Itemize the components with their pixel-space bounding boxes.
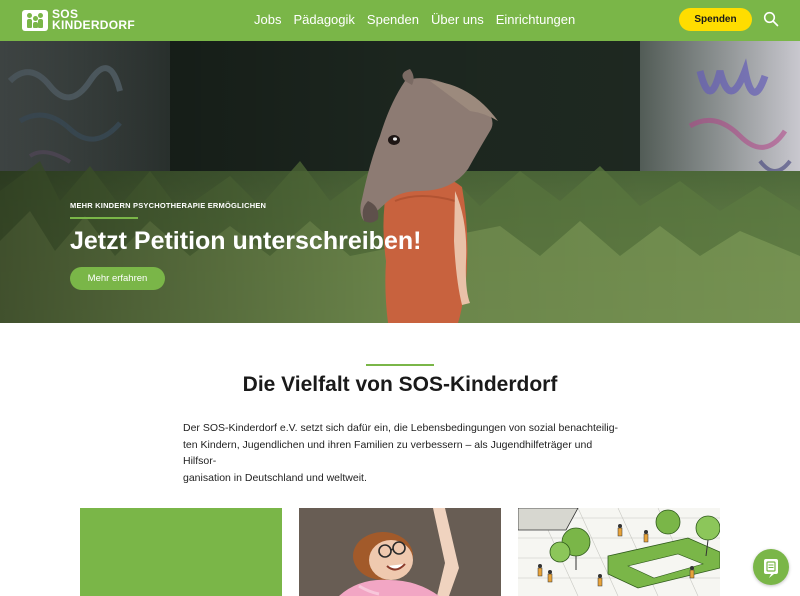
section-title: Die Vielfalt von SOS-Kinderdorf xyxy=(242,373,558,396)
nav-item-paedagogik[interactable]: Pädagogik xyxy=(293,12,354,28)
hero-title: Jetzt Petition unterschreiben! xyxy=(70,227,422,255)
sos-kinderdorf-logo[interactable]: SOS KINDERDORF xyxy=(22,8,135,32)
nav-item-einrichtungen[interactable]: Einrichtungen xyxy=(496,12,576,28)
chat-button[interactable] xyxy=(753,549,789,585)
logo-icon xyxy=(22,9,48,31)
main-nav: Jobs Pädagogik Spenden Über uns Einricht… xyxy=(254,12,575,28)
chat-icon xyxy=(764,559,778,578)
site-header: SOS KINDERDORF Jobs Pädagogik Spenden Üb… xyxy=(0,0,800,41)
teaser-card-photo[interactable] xyxy=(299,508,501,596)
hero-banner: MEHR KINDERN PSYCHOTHERAPIE ERMÖGLICHEN … xyxy=(0,41,800,323)
search-button[interactable] xyxy=(763,11,779,27)
teaser-photo-image xyxy=(299,508,501,596)
intro-paragraph: Der SOS-Kinderdorf e.V. setzt sich dafür… xyxy=(183,422,619,484)
nav-item-ueber-uns[interactable]: Über uns xyxy=(431,12,484,28)
nav-item-jobs[interactable]: Jobs xyxy=(254,12,281,28)
teaser-card-illustration[interactable] xyxy=(518,508,720,596)
section-accent-line xyxy=(366,364,434,366)
intro-text-block: Der SOS-Kinderdorf e.V. setzt sich dafür… xyxy=(183,420,623,486)
search-icon xyxy=(763,11,779,27)
hero-accent-line xyxy=(70,217,138,219)
nav-item-spenden[interactable]: Spenden xyxy=(367,12,419,28)
teaser-card-green[interactable] xyxy=(80,508,282,596)
donate-button[interactable]: Spenden xyxy=(679,8,752,31)
hero-kicker: MEHR KINDERN PSYCHOTHERAPIE ERMÖGLICHEN xyxy=(70,201,267,210)
logo-line-2: KINDERDORF xyxy=(52,18,135,32)
more-info-button[interactable]: Mehr erfahren xyxy=(70,267,165,290)
teaser-illustration-image xyxy=(518,508,720,596)
logo-text: SOS KINDERDORF xyxy=(52,8,135,32)
